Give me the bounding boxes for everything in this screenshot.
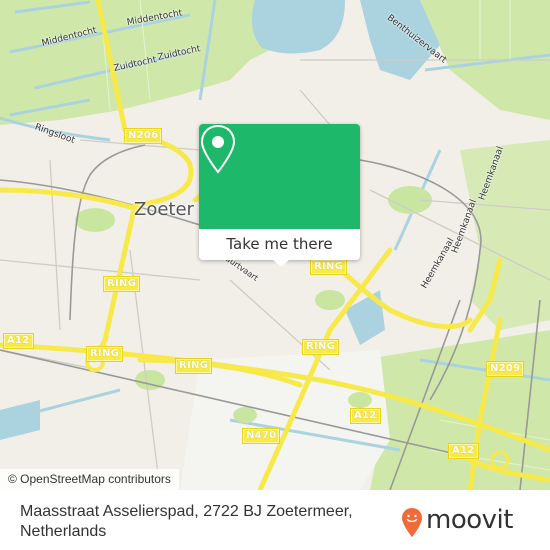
road-shield-label: N206 [128, 130, 159, 141]
road-shield-label: RING [306, 341, 336, 352]
brand-name: moovit [426, 505, 513, 535]
road-shield: RING [86, 346, 124, 362]
road-shield: N206 [124, 128, 163, 144]
road-shield-label: RING [107, 278, 137, 289]
map-attribution[interactable]: © OpenStreetMap contributors [0, 469, 179, 490]
city-label: Zoeter [134, 199, 194, 220]
address-line-1: Maasstraat Asselierspad, 2722 BJ Zoeterm… [20, 503, 353, 520]
road-shield: A12 [350, 408, 381, 424]
road-shield-label: N470 [246, 430, 277, 441]
pond [0, 400, 40, 440]
address-line-2: Netherlands [20, 523, 107, 540]
road-shield-label: RING [90, 348, 120, 359]
address: Maasstraat Asselierspad, 2722 BJ Zoeterm… [20, 502, 400, 542]
take-me-there-button[interactable]: Take me there [199, 229, 360, 260]
road-shield: RING [175, 358, 213, 374]
popup-tail [272, 259, 290, 267]
footer: Maasstraat Asselierspad, 2722 BJ Zoeterm… [0, 490, 550, 550]
map-view[interactable]: Middentocht Middentocht Zuidtocht Zuidto… [0, 0, 550, 490]
map-pin-icon [200, 124, 236, 174]
road-shield-label: A12 [452, 445, 475, 456]
road-shield-label: N209 [490, 363, 521, 374]
road-shield: N209 [486, 361, 525, 377]
road-shield-label: A12 [354, 410, 377, 421]
farmland-area [460, 140, 550, 330]
road-shield-label: A12 [7, 335, 30, 346]
road-shield-label: RING [179, 360, 209, 371]
road-shield: RING [103, 276, 141, 292]
moovit-pin-icon [402, 508, 422, 537]
popup-header [199, 124, 360, 229]
location-popup: Take me there [199, 124, 360, 267]
road-shield: RING [310, 259, 348, 275]
road-shield: A12 [448, 443, 479, 459]
road-shield: N470 [242, 428, 281, 444]
road-shield: RING [302, 339, 340, 355]
lake [251, 0, 345, 54]
road-shield-label: RING [314, 261, 344, 272]
road-shield: A12 [3, 333, 34, 349]
